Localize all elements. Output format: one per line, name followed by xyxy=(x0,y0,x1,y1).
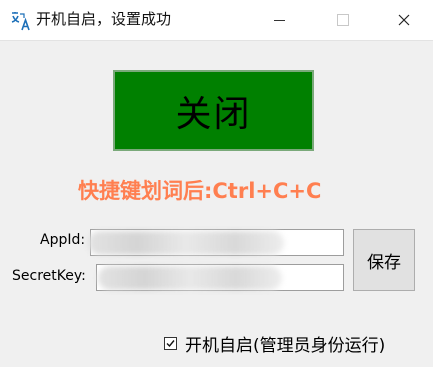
autostart-option[interactable]: 开机自启(管理员身份运行) xyxy=(164,332,386,356)
close-icon xyxy=(398,14,410,26)
autostart-label: 开机自启(管理员身份运行) xyxy=(185,335,386,356)
close-button[interactable] xyxy=(381,0,427,40)
autostart-checkbox[interactable] xyxy=(164,336,177,350)
maximize-button[interactable] xyxy=(320,0,366,40)
window-title: 开机自启，设置成功 xyxy=(36,10,172,28)
toggle-off-button[interactable]: 关闭 xyxy=(113,70,314,151)
maximize-icon xyxy=(337,14,349,26)
appid-input[interactable] xyxy=(90,229,344,256)
checkmark-icon xyxy=(166,339,175,347)
save-button[interactable]: 保存 xyxy=(353,229,415,291)
title-bar[interactable]: 开机自启，设置成功 xyxy=(0,0,433,41)
minimize-button[interactable] xyxy=(256,0,302,40)
app-window: 开机自启，设置成功 关闭 快捷键划词后:Ctrl+C+C AppId: Secr… xyxy=(0,0,433,367)
appid-label: AppId: xyxy=(40,232,86,248)
secretkey-label: SecretKey: xyxy=(12,268,86,284)
shortcut-hint: 快捷键划词后:Ctrl+C+C xyxy=(78,179,322,203)
minimize-icon xyxy=(273,19,285,21)
secretkey-input[interactable] xyxy=(96,264,344,291)
translate-icon xyxy=(10,10,32,32)
